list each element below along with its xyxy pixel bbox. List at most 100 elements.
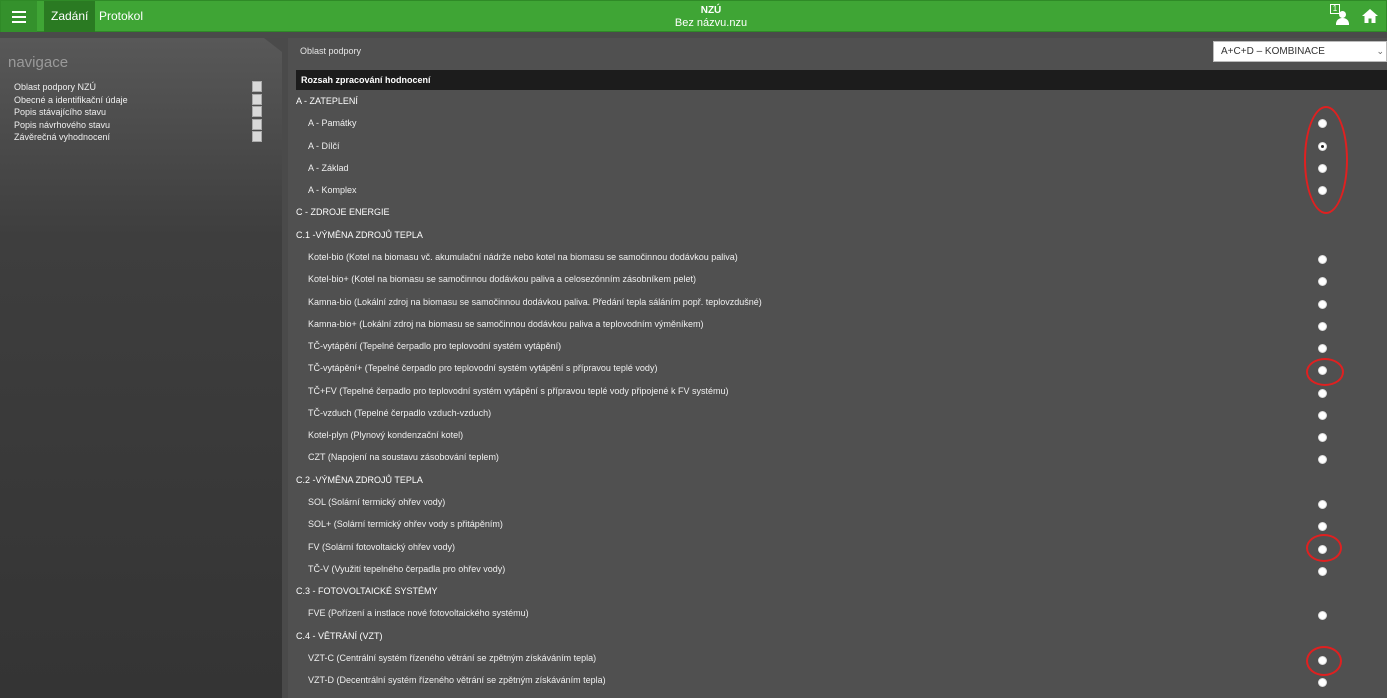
option-radio[interactable] — [1318, 522, 1327, 532]
option-radio[interactable] — [1318, 455, 1327, 465]
option-row[interactable]: TČ-vytápění+ (Tepelné čerpadlo pro teplo… — [288, 357, 1387, 379]
top-bar: Zadání Protokol NZÚ Bez názvu.nzu 1 — [0, 0, 1387, 32]
nav-item-label: Oblast podpory NZÚ — [14, 82, 97, 92]
nav-item-label: Popis návrhového stavu — [14, 119, 111, 130]
option-radio[interactable] — [1318, 277, 1327, 287]
navigation-sidebar: navigace Oblast podpory NZÚ Obecné a ide… — [0, 38, 282, 698]
option-row[interactable]: TČ-vytápění (Tepelné čerpadlo pro teplov… — [288, 335, 1387, 357]
option-row[interactable]: Kotel-plyn (Plynový kondenzační kotel) — [288, 424, 1387, 446]
option-radio[interactable] — [1318, 321, 1327, 331]
user-icon[interactable]: 1 — [1330, 4, 1352, 28]
nav-title: navigace — [8, 54, 69, 71]
section-header: Rozsah zpracování hodnocení — [296, 70, 1387, 90]
option-label: TČ-V (Využití tepelného čerpadla pro ohř… — [308, 563, 506, 574]
option-row[interactable]: SOL (Solární termický ohřev vody) — [288, 491, 1387, 513]
option-row[interactable]: FVE (Pořízení a instlace nové fotovoltai… — [288, 602, 1387, 624]
chevron-down-icon: ⌄ — [1376, 46, 1384, 56]
option-label: TČ-vytápění (Tepelné čerpadlo pro teplov… — [308, 341, 562, 352]
option-row[interactable]: TČ-vzduch (Tepelné čerpadlo vzduch-vzduc… — [288, 402, 1387, 424]
option-label: TČ-vytápění+ (Tepelné čerpadlo pro teplo… — [308, 363, 658, 374]
annotation-ellipse — [1306, 358, 1344, 386]
group-label: A - ZATEPLENÍ — [296, 96, 358, 106]
option-radio[interactable] — [1318, 611, 1327, 621]
nav-item-label: Obecné a identifikační údaje — [14, 94, 128, 105]
file-name: Bez názvu.nzu — [674, 17, 748, 29]
nav-item-label: Závěrečná vyhodnocení — [14, 132, 111, 142]
option-row[interactable]: A - Dílčí — [288, 135, 1387, 157]
option-row[interactable]: VZT-C (Centrální systém řízeného větrání… — [288, 647, 1387, 669]
option-row[interactable]: CZT (Napojení na soustavu zásobování tep… — [288, 446, 1387, 468]
group-heading: C.4 - VĚTRÁNÍ (VZT) — [288, 625, 1387, 647]
menu-icon[interactable] — [1, 1, 37, 32]
option-row[interactable]: Kotel-bio (Kotel na biomasu vč. akumulač… — [288, 246, 1387, 268]
option-row[interactable]: Kotel-bio+ (Kotel na biomasu se samočinn… — [288, 268, 1387, 290]
option-label: SOL+ (Solární termický ohřev vody s přit… — [308, 519, 503, 530]
area-label: Oblast podpory — [300, 46, 362, 56]
nav-status-box — [252, 81, 262, 92]
annotation-ellipse — [1306, 646, 1342, 676]
option-label: FV (Solární fotovoltaický ohřev vody) — [308, 541, 456, 552]
option-row[interactable]: FV (Solární fotovoltaický ohřev vody) — [288, 536, 1387, 558]
option-row[interactable]: VZT-D (Decentrální systém řízeného větrá… — [288, 669, 1387, 691]
nav-status-box — [252, 93, 262, 105]
nav-item-label: Popis stávajícího stavu — [14, 107, 107, 117]
area-select[interactable]: A+C+D – KOMBINACE ⌄ — [1213, 41, 1387, 62]
app-title: NZÚ — [700, 5, 722, 16]
option-row[interactable]: A - Komplex — [288, 179, 1387, 201]
nav-list: Oblast podpory NZÚ Obecné a identifikačn… — [14, 81, 264, 144]
group-label: C.2 -VÝMĚNA ZDROJŮ TEPLA — [296, 474, 423, 485]
group-label: C - ZDROJE ENERGIE — [296, 207, 390, 218]
option-row[interactable]: TČ+FV (Tepelné čerpadlo pro teplovodní s… — [288, 380, 1387, 402]
nav-item-stavajici-stav[interactable]: Popis stávajícího stavu — [14, 106, 264, 119]
option-label: A - Základ — [308, 162, 349, 173]
tab-protokol[interactable]: Protokol — [92, 1, 150, 32]
group-heading: C - ZDROJE ENERGIE — [288, 201, 1387, 223]
option-row[interactable]: TČ-V (Využití tepelného čerpadla pro ohř… — [288, 558, 1387, 580]
option-row[interactable]: SOL+ (Solární termický ohřev vody s přit… — [288, 513, 1387, 535]
option-radio[interactable] — [1318, 433, 1327, 443]
option-label: Kamna-bio (Lokální zdroj na biomasu se s… — [308, 296, 762, 307]
option-row[interactable]: Kamna-bio+ (Lokální zdroj na biomasu se … — [288, 313, 1387, 335]
group-label: C.4 - VĚTRÁNÍ (VZT) — [296, 630, 383, 641]
group-label: C.1 -VÝMĚNA ZDROJŮ TEPLA — [296, 229, 423, 240]
tab-zadani[interactable]: Zadání — [44, 1, 96, 32]
group-heading: A - ZATEPLENÍ — [288, 90, 1387, 112]
option-label: Kotel-bio (Kotel na biomasu vč. akumulač… — [308, 251, 738, 262]
option-label: VZT-D (Decentrální systém řízeného větrá… — [308, 675, 606, 686]
main-panel: Oblast podpory A+C+D – KOMBINACE ⌄ Rozsa… — [288, 38, 1387, 698]
option-row[interactable]: A - Základ — [288, 157, 1387, 179]
option-label: VZT-C (Centrální systém řízeného větrání… — [308, 653, 597, 663]
option-radio[interactable] — [1318, 500, 1327, 510]
nav-item-zaverecna-vyhodnoceni[interactable]: Závěrečná vyhodnocení — [14, 131, 264, 144]
nav-item-oblast-podpory[interactable]: Oblast podpory NZÚ — [14, 81, 264, 94]
option-radio[interactable] — [1318, 254, 1327, 264]
option-radio[interactable] — [1318, 388, 1327, 398]
option-radio[interactable] — [1318, 344, 1327, 354]
option-row[interactable]: A - Památky — [288, 112, 1387, 134]
option-label: CZT (Napojení na soustavu zásobování tep… — [308, 452, 499, 463]
option-radio[interactable] — [1318, 410, 1327, 420]
area-select-value: A+C+D – KOMBINACE — [1221, 46, 1325, 57]
annotation-ellipse — [1304, 106, 1348, 214]
option-radio[interactable] — [1318, 299, 1327, 309]
group-heading: C.3 - FOTOVOLTAICKÉ SYSTÉMY — [288, 580, 1387, 602]
annotation-ellipse — [1306, 534, 1342, 562]
nav-status-box — [252, 118, 262, 130]
nav-item-obecne-udaje[interactable]: Obecné a identifikační údaje — [14, 93, 264, 107]
option-label: A - Dílčí — [308, 140, 340, 151]
option-label: Kotel-bio+ (Kotel na biomasu se samočinn… — [308, 274, 696, 285]
option-label: TČ+FV (Tepelné čerpadlo pro teplovodní s… — [308, 385, 729, 396]
nav-item-navrhovy-stav[interactable]: Popis návrhového stavu — [14, 118, 264, 132]
option-radio[interactable] — [1318, 566, 1327, 576]
option-label: A - Památky — [308, 118, 357, 129]
option-radio[interactable] — [1318, 678, 1327, 688]
app-title-block: NZÚ Bez názvu.nzu — [561, 5, 861, 30]
option-label: FVE (Pořízení a instlace nové fotovoltai… — [308, 608, 529, 619]
group-heading: C.2 -VÝMĚNA ZDROJŮ TEPLA — [288, 469, 1387, 491]
group-label: C.3 - FOTOVOLTAICKÉ SYSTÉMY — [296, 586, 438, 597]
option-label: Kamna-bio+ (Lokální zdroj na biomasu se … — [308, 318, 704, 329]
group-heading: C.1 -VÝMĚNA ZDROJŮ TEPLA — [288, 224, 1387, 246]
nav-status-box — [252, 131, 262, 142]
option-row[interactable]: Kamna-bio (Lokální zdroj na biomasu se s… — [288, 291, 1387, 313]
home-icon[interactable] — [1362, 9, 1378, 23]
